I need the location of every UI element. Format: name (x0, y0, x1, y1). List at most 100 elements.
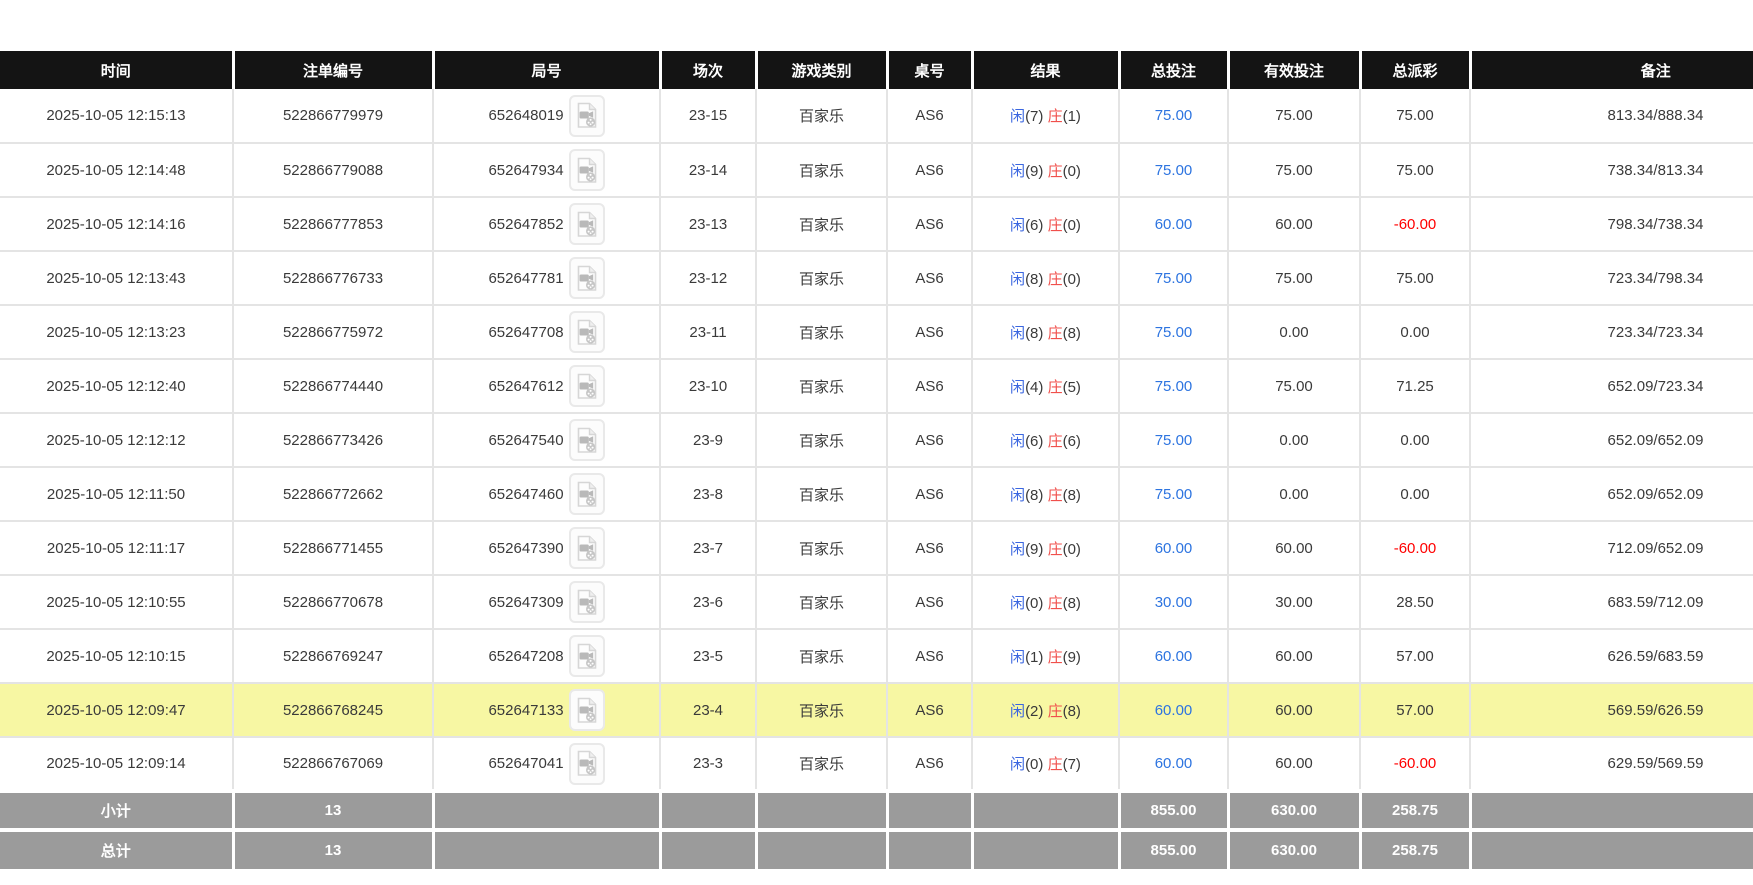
cell-session: 23-8 (660, 467, 756, 521)
video-replay-button[interactable] (569, 581, 605, 623)
cell-bet-number: 522866779088 (233, 143, 433, 197)
cell-round-number: 652647781 (433, 251, 660, 305)
column-header-payout: 总派彩 (1360, 51, 1470, 89)
video-replay-button[interactable] (569, 311, 605, 353)
cell-session: 23-9 (660, 413, 756, 467)
cell-time: 2025-10-05 12:10:15 (0, 629, 233, 683)
cell-game-type: 百家乐 (756, 143, 887, 197)
cell-total-bet: 30.00 (1119, 575, 1228, 629)
cell-game-type: 百家乐 (756, 197, 887, 251)
cell-valid-bet: 75.00 (1228, 359, 1360, 413)
cell-session: 23-5 (660, 629, 756, 683)
top-whitespace (0, 0, 1753, 51)
cell-time: 2025-10-05 12:14:48 (0, 143, 233, 197)
cell-bet-number: 522866767069 (233, 737, 433, 791)
cell-result: 闲(0) 庄(8) (972, 575, 1119, 629)
video-replay-button[interactable] (569, 689, 605, 731)
cell-table-number: AS6 (887, 413, 972, 467)
player-result-value: (8) (1025, 271, 1043, 288)
cell-round-number: 652647934 (433, 143, 660, 197)
table-row: 2025-10-05 12:14:16 522866777853 6526478… (0, 197, 1753, 251)
table-row: 2025-10-05 12:14:48 522866779088 6526479… (0, 143, 1753, 197)
cell-table-number: AS6 (887, 305, 972, 359)
table-row: 2025-10-05 12:09:14 522866767069 6526470… (0, 737, 1753, 791)
player-result-label: 闲 (1010, 541, 1025, 558)
cell-remark: 652.09/652.09 (1470, 467, 1753, 521)
column-header-time: 时间 (0, 51, 233, 89)
cell-time: 2025-10-05 12:12:12 (0, 413, 233, 467)
column-header-valid-bet: 有效投注 (1228, 51, 1360, 89)
cell-payout: 75.00 (1360, 89, 1470, 143)
cell-bet-number: 522866779979 (233, 89, 433, 143)
table-summary: 小计 13 855.00 630.00 258.75 总计 13 (0, 791, 1753, 869)
cell-total-bet: 75.00 (1119, 413, 1228, 467)
video-replay-icon (575, 643, 599, 670)
cell-round-number: 652647460 (433, 467, 660, 521)
cell-bet-number: 522866770678 (233, 575, 433, 629)
cell-bet-number: 522866776733 (233, 251, 433, 305)
banker-result-value: (0) (1063, 541, 1081, 558)
player-result-value: (9) (1025, 163, 1043, 180)
video-replay-button[interactable] (569, 635, 605, 677)
table-row: 2025-10-05 12:10:15 522866769247 6526472… (0, 629, 1753, 683)
video-replay-icon (575, 750, 599, 777)
video-replay-button[interactable] (569, 95, 605, 137)
banker-result-value: (5) (1063, 379, 1081, 396)
cell-round-number: 652647708 (433, 305, 660, 359)
cell-total-bet: 60.00 (1119, 197, 1228, 251)
video-replay-button[interactable] (569, 257, 605, 299)
cell-game-type: 百家乐 (756, 575, 887, 629)
subtotal-valid-bet: 630.00 (1228, 791, 1360, 830)
subtotal-row: 小计 13 855.00 630.00 258.75 (0, 791, 1753, 830)
banker-result-value: (8) (1063, 703, 1081, 720)
column-header-remark: 备注 (1470, 51, 1753, 89)
cell-valid-bet: 60.00 (1228, 197, 1360, 251)
grand-total-row: 总计 13 855.00 630.00 258.75 (0, 830, 1753, 869)
bet-history-page: 时间 注单编号 局号 场次 游戏类别 桌号 结果 总投注 有效投注 总派彩 备注… (0, 0, 1753, 885)
cell-remark: 683.59/712.09 (1470, 575, 1753, 629)
video-replay-button[interactable] (569, 743, 605, 785)
cell-round-number: 652647612 (433, 359, 660, 413)
column-header-total-bet: 总投注 (1119, 51, 1228, 89)
subtotal-count: 13 (233, 791, 433, 830)
video-replay-icon (575, 427, 599, 454)
video-replay-button[interactable] (569, 527, 605, 569)
player-result-value: (6) (1025, 433, 1043, 450)
video-replay-button[interactable] (569, 473, 605, 515)
cell-game-type: 百家乐 (756, 413, 887, 467)
cell-bet-number: 522866771455 (233, 521, 433, 575)
video-replay-button[interactable] (569, 203, 605, 245)
cell-round-number: 652647852 (433, 197, 660, 251)
player-result-value: (8) (1025, 487, 1043, 504)
cell-session: 23-10 (660, 359, 756, 413)
cell-time: 2025-10-05 12:12:40 (0, 359, 233, 413)
cell-session: 23-13 (660, 197, 756, 251)
cell-game-type: 百家乐 (756, 521, 887, 575)
cell-session: 23-3 (660, 737, 756, 791)
cell-result: 闲(8) 庄(8) (972, 305, 1119, 359)
cell-payout: 75.00 (1360, 143, 1470, 197)
cell-total-bet: 60.00 (1119, 737, 1228, 791)
cell-remark: 813.34/888.34 (1470, 89, 1753, 143)
video-replay-button[interactable] (569, 365, 605, 407)
banker-result-label: 庄 (1048, 433, 1063, 450)
banker-result-label: 庄 (1048, 541, 1063, 558)
grand-total-count: 13 (233, 830, 433, 869)
cell-time: 2025-10-05 12:15:13 (0, 89, 233, 143)
cell-valid-bet: 75.00 (1228, 251, 1360, 305)
video-replay-icon (575, 589, 599, 616)
table-row: 2025-10-05 12:11:17 522866771455 6526473… (0, 521, 1753, 575)
cell-result: 闲(6) 庄(6) (972, 413, 1119, 467)
player-result-label: 闲 (1010, 271, 1025, 288)
cell-bet-number: 522866768245 (233, 683, 433, 737)
player-result-label: 闲 (1010, 163, 1025, 180)
cell-table-number: AS6 (887, 197, 972, 251)
video-replay-icon (575, 481, 599, 508)
video-replay-button[interactable] (569, 419, 605, 461)
video-replay-button[interactable] (569, 149, 605, 191)
cell-payout: -60.00 (1360, 737, 1470, 791)
cell-remark: 626.59/683.59 (1470, 629, 1753, 683)
cell-game-type: 百家乐 (756, 359, 887, 413)
cell-table-number: AS6 (887, 575, 972, 629)
cell-time: 2025-10-05 12:11:50 (0, 467, 233, 521)
